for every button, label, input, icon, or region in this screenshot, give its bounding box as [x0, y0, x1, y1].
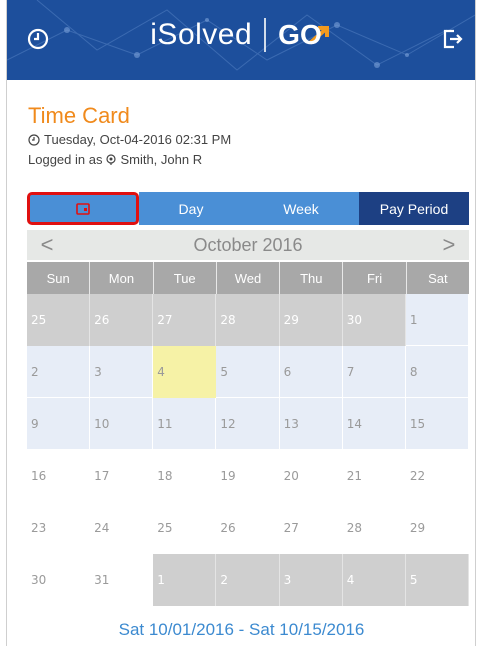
month-navigator: < October 2016 > — [27, 230, 469, 260]
user-pin-icon — [106, 153, 117, 165]
calendar-week-row: 23 24 25 26 27 28 29 — [27, 502, 469, 554]
calendar-week-row: 25 26 27 28 29 30 1 — [27, 294, 469, 346]
next-month-button[interactable]: > — [429, 232, 469, 258]
calendar-day[interactable]: 3 — [279, 554, 343, 606]
calendar-day[interactable]: 31 — [90, 554, 154, 606]
brand-logo: iSolved GO — [7, 18, 475, 52]
calendar-day[interactable]: 2 — [27, 346, 91, 398]
calendar-day[interactable]: 2 — [216, 554, 280, 606]
calendar-day[interactable]: 4 — [342, 554, 406, 606]
calendar-week-row: 2345678 — [27, 346, 469, 398]
calendar-day[interactable]: 13 — [279, 398, 343, 450]
weekday-header: Sun Mon Tue Wed Thu Fri Sat — [27, 262, 469, 294]
calendar-day[interactable]: 15 — [405, 398, 469, 450]
brand-go: GO — [278, 19, 332, 51]
weekday-label: Tue — [154, 262, 217, 294]
datetime-text: Tuesday, Oct-04-2016 02:31 PM — [44, 132, 232, 147]
calendar-day[interactable]: 29 — [405, 502, 469, 554]
calendar-day[interactable]: 8 — [405, 346, 469, 398]
calendar-day-today[interactable]: 4 — [153, 346, 217, 398]
calendar-day[interactable]: 5 — [216, 346, 280, 398]
calendar-day[interactable]: 11 — [153, 398, 217, 450]
calendar-day[interactable]: 20 — [279, 450, 343, 502]
brand-go-text: GO — [278, 19, 322, 50]
tab-day[interactable]: Day — [139, 192, 243, 225]
calendar-day[interactable]: 26 — [216, 502, 280, 554]
calendar-day[interactable]: 28 — [216, 294, 280, 346]
calendar-day[interactable]: 16 — [27, 450, 91, 502]
clock-small-icon — [28, 133, 40, 146]
logged-in-label: Logged in as — [28, 152, 103, 167]
calendar-day[interactable]: 23 — [27, 502, 91, 554]
view-tabs: Day Week Pay Period — [27, 192, 469, 225]
calendar-day[interactable]: 25 — [153, 502, 217, 554]
logged-in-line: Logged in as Smith, John R — [28, 152, 202, 167]
current-datetime: Tuesday, Oct-04-2016 02:31 PM — [28, 132, 231, 147]
calendar-week-row: 16 17 18 19 20 21 22 — [27, 450, 469, 502]
calendar-day[interactable]: 30 — [27, 554, 91, 606]
pay-period-range: Sat 10/01/2016 - Sat 10/15/2016 — [118, 620, 365, 639]
weekday-label: Thu — [280, 262, 344, 294]
prev-month-button[interactable]: < — [27, 232, 67, 258]
calendar-day[interactable]: 26 — [90, 294, 154, 346]
calendar-day[interactable]: 25 — [27, 294, 91, 346]
calendar-day[interactable]: 10 — [90, 398, 154, 450]
calendar-icon — [76, 202, 90, 215]
calendar-day[interactable]: 22 — [405, 450, 469, 502]
calendar-day[interactable]: 6 — [279, 346, 343, 398]
brand-divider — [264, 18, 267, 52]
weekday-label: Sat — [428, 270, 448, 286]
calendar-day[interactable]: 7 — [342, 346, 406, 398]
tab-calendar[interactable] — [27, 192, 139, 225]
calendar-day[interactable]: 14 — [342, 398, 406, 450]
calendar-day[interactable]: 19 — [216, 450, 280, 502]
calendar-day[interactable]: 3 — [90, 346, 154, 398]
tab-week[interactable]: Week — [243, 192, 359, 225]
app-header: iSolved GO — [7, 0, 475, 80]
weekday-label: Mon — [90, 262, 154, 294]
calendar-day[interactable]: 24 — [90, 502, 154, 554]
calendar-day[interactable]: 28 — [342, 502, 406, 554]
weekday-label: Wed — [217, 262, 281, 294]
logout-icon[interactable] — [435, 22, 469, 56]
tab-pay-period[interactable]: Pay Period — [359, 192, 469, 225]
calendar-day[interactable]: 9 — [27, 398, 91, 450]
calendar-grid: 25 26 27 28 29 30 1 2 3 4 5 6 7 8 9 10 11 12 13 14 15 16 17 18 1… — [27, 294, 469, 606]
calendar-day[interactable]: 1 — [405, 294, 469, 346]
calendar-day[interactable]: 18 — [153, 450, 217, 502]
calendar-week-row: 30 31 1 2 3 4 5 — [27, 554, 469, 606]
calendar-day[interactable]: 29 — [279, 294, 343, 346]
calendar-day[interactable]: 17 — [90, 450, 154, 502]
page-title: Time Card — [28, 103, 130, 128]
calendar-week-row: 9 10 11 12 13 14 15 — [27, 398, 469, 450]
calendar-day[interactable]: 5 — [405, 554, 469, 606]
calendar-day[interactable]: 12 — [216, 398, 280, 450]
weekday-label: Fri — [343, 262, 407, 294]
calendar-day[interactable]: 1 — [153, 554, 217, 606]
brand-name: iSolved — [150, 18, 253, 51]
calendar-day[interactable]: 21 — [342, 450, 406, 502]
calendar-day[interactable]: 27 — [153, 294, 217, 346]
calendar-day[interactable]: 27 — [279, 502, 343, 554]
calendar-day[interactable]: 30 — [342, 294, 406, 346]
month-label: October 2016 — [193, 234, 303, 255]
user-name: Smith, John R — [120, 152, 203, 167]
weekday-label: Sun — [27, 262, 91, 294]
